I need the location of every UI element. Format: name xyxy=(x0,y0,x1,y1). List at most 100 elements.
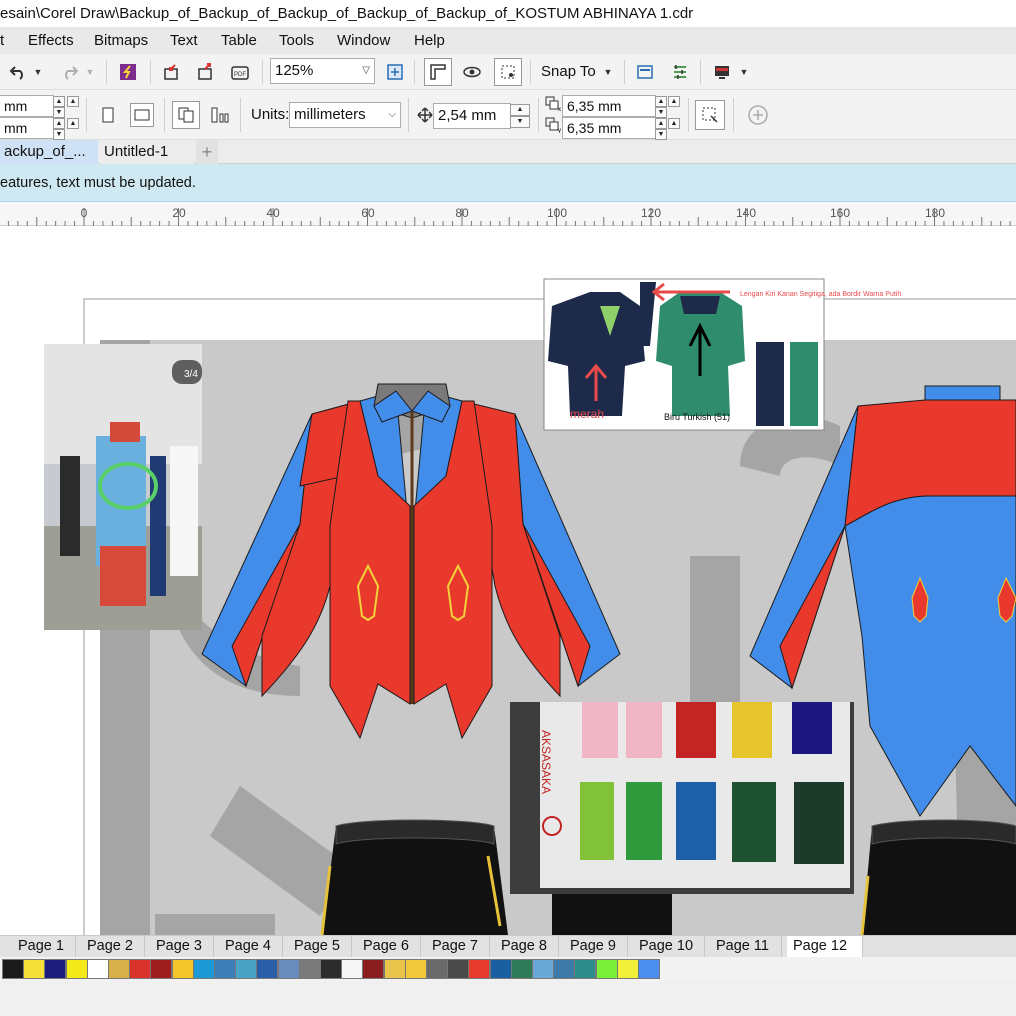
palette-swatch[interactable] xyxy=(214,959,236,979)
dup-y-spin-up-icon[interactable]: ▲ xyxy=(655,118,667,129)
tab-page-6[interactable]: Page 6 xyxy=(357,936,421,957)
menu-item-bitmaps[interactable]: Bitmaps xyxy=(94,28,148,54)
duplicate-y-field[interactable]: 6,35 mm xyxy=(562,117,656,139)
reference-photo-parade[interactable]: 3/4 xyxy=(44,344,202,630)
show-rulers-icon[interactable] xyxy=(424,58,452,86)
palette-swatch[interactable] xyxy=(171,959,194,979)
palette-swatch[interactable] xyxy=(256,959,279,979)
tab-untitled-1[interactable]: Untitled-1 xyxy=(100,140,194,164)
palette-swatch[interactable] xyxy=(404,959,427,979)
tab-page-2[interactable]: Page 2 xyxy=(81,936,145,957)
height-spin-up-icon[interactable]: ▲ xyxy=(53,118,65,129)
palette-swatch[interactable] xyxy=(108,959,130,979)
duplicate-x-field[interactable]: 6,35 mm xyxy=(562,95,656,117)
palette-swatch[interactable] xyxy=(553,959,576,979)
dup-x-spin-up-icon[interactable]: ▲ xyxy=(668,96,680,107)
drawing-canvas[interactable]: 3/4 Lengan Kiri Kanan Segitiga, ada Bord… xyxy=(0,226,1016,935)
palette-swatch[interactable] xyxy=(532,959,554,979)
nudge-distance-field[interactable]: 2,54 mm xyxy=(433,103,511,129)
height-spin-up-icon[interactable]: ▲ xyxy=(67,118,79,129)
view-options-icon[interactable] xyxy=(460,60,484,84)
tab-page-1[interactable]: Page 1 xyxy=(12,936,76,957)
redo-dropdown-icon[interactable]: ▼ xyxy=(82,60,98,84)
undo-dropdown-icon[interactable]: ▼ xyxy=(30,60,46,84)
all-pages-icon[interactable] xyxy=(172,101,200,129)
palette-swatch[interactable] xyxy=(2,959,24,979)
application-options-icon[interactable] xyxy=(668,60,692,84)
tab-page-9[interactable]: Page 9 xyxy=(564,936,628,957)
zoom-level-select[interactable]: 125% ▽ xyxy=(270,58,375,84)
palette-swatch[interactable] xyxy=(44,959,67,979)
options-icon[interactable] xyxy=(633,60,657,84)
palette-swatch[interactable] xyxy=(510,959,533,979)
launch-dropdown-icon[interactable]: ▼ xyxy=(736,60,752,84)
dup-y-spin-down-icon[interactable]: ▼ xyxy=(655,129,667,140)
publish-pdf-icon[interactable]: PDF xyxy=(228,60,252,84)
tab-page-11[interactable]: Page 11 xyxy=(710,936,782,957)
palette-swatch[interactable] xyxy=(23,959,46,979)
object-width-field[interactable]: mm xyxy=(0,95,54,117)
snap-to-button[interactable]: Snap To xyxy=(541,63,596,80)
redo-icon[interactable] xyxy=(58,60,82,84)
palette-swatch[interactable] xyxy=(65,959,88,979)
zoom-to-page-icon[interactable] xyxy=(383,60,407,84)
export-icon[interactable] xyxy=(194,60,218,84)
menu-item-text[interactable]: Text xyxy=(170,28,198,54)
palette-swatch[interactable] xyxy=(277,959,300,979)
treat-as-filled-icon[interactable] xyxy=(695,100,725,130)
width-spin-down-icon[interactable]: ▼ xyxy=(53,107,65,118)
menu-item-edit[interactable]: t xyxy=(0,28,4,54)
snap-to-dropdown-icon[interactable]: ▼ xyxy=(600,60,616,84)
tab-page-3[interactable]: Page 3 xyxy=(150,936,214,957)
landscape-orientation-icon[interactable] xyxy=(130,103,154,127)
palette-swatch[interactable] xyxy=(426,959,448,979)
units-select[interactable]: millimeters ⌵ xyxy=(289,102,401,128)
palette-swatch[interactable] xyxy=(150,959,173,979)
import-icon[interactable] xyxy=(160,60,184,84)
undo-icon[interactable] xyxy=(6,60,30,84)
palette-swatch[interactable] xyxy=(447,959,470,979)
tab-backup-document[interactable]: ackup_of_... xyxy=(0,140,98,164)
menu-item-help[interactable]: Help xyxy=(414,28,445,54)
dup-x-spin-up-icon[interactable]: ▲ xyxy=(655,96,667,107)
dup-x-spin-down-icon[interactable]: ▼ xyxy=(655,107,667,118)
palette-swatch[interactable] xyxy=(574,959,597,979)
width-spin-up-icon[interactable]: ▲ xyxy=(53,96,65,107)
palette-swatch[interactable] xyxy=(595,959,618,979)
palette-swatch[interactable] xyxy=(235,959,258,979)
tab-page-5[interactable]: Page 5 xyxy=(288,936,352,957)
tab-page-4[interactable]: Page 4 xyxy=(219,936,283,957)
palette-swatch[interactable] xyxy=(638,959,660,979)
tab-page-10[interactable]: Page 10 xyxy=(633,936,705,957)
portrait-orientation-icon[interactable] xyxy=(96,103,120,127)
menu-item-effects[interactable]: Effects xyxy=(28,28,74,54)
width-spin-up-icon[interactable]: ▲ xyxy=(67,96,79,107)
launch-icon[interactable] xyxy=(710,60,734,84)
current-page-icon[interactable] xyxy=(208,103,232,127)
menu-item-table[interactable]: Table xyxy=(221,28,257,54)
reference-photo-fabric-swatches[interactable]: AKSASAKA xyxy=(510,702,854,894)
palette-swatch[interactable] xyxy=(489,959,512,979)
tab-page-12[interactable]: Page 12 xyxy=(787,936,863,957)
palette-swatch[interactable] xyxy=(383,959,406,979)
tab-page-7[interactable]: Page 7 xyxy=(426,936,490,957)
menu-item-tools[interactable]: Tools xyxy=(279,28,314,54)
palette-swatch[interactable] xyxy=(616,959,639,979)
palette-swatch[interactable] xyxy=(468,959,491,979)
palette-swatch[interactable] xyxy=(86,959,109,979)
menu-item-window[interactable]: Window xyxy=(337,28,390,54)
horizontal-ruler[interactable]: 0 20 40 60 80 100 120 140 160 180 xyxy=(0,202,1016,226)
palette-swatch[interactable] xyxy=(362,959,385,979)
tab-page-8[interactable]: Page 8 xyxy=(495,936,559,957)
palette-swatch[interactable] xyxy=(341,959,364,979)
new-tab-plus-icon[interactable]: + xyxy=(196,140,218,164)
dup-y-spin-up-icon[interactable]: ▲ xyxy=(668,118,680,129)
palette-swatch[interactable] xyxy=(320,959,342,979)
palette-swatch[interactable] xyxy=(192,959,215,979)
nudge-spin-down-icon[interactable]: ▼ xyxy=(510,116,530,128)
snap-options-icon[interactable] xyxy=(494,58,522,86)
object-height-field[interactable]: mm xyxy=(0,117,54,139)
palette-swatch[interactable] xyxy=(298,959,321,979)
nudge-spin-up-icon[interactable]: ▲ xyxy=(510,104,530,116)
app-launcher-icon[interactable] xyxy=(116,60,140,84)
